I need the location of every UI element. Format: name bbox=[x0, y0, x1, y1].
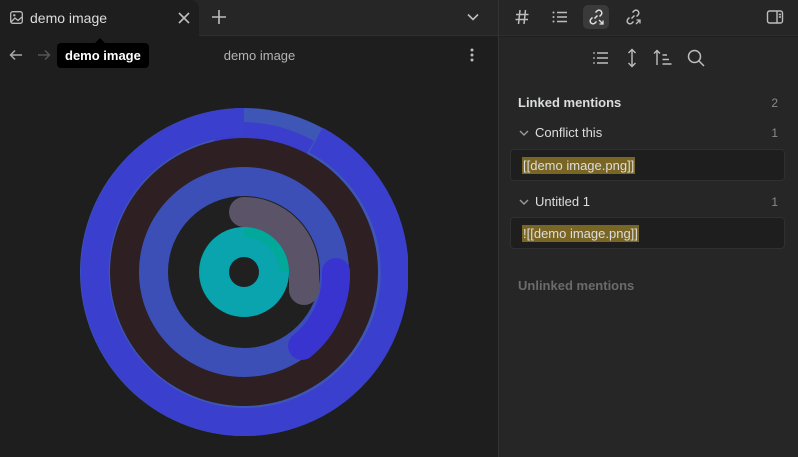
unlinked-mentions-heading[interactable]: Unlinked mentions bbox=[518, 278, 634, 293]
group-title[interactable]: Untitled 1 bbox=[535, 194, 590, 209]
chevron-down-icon[interactable] bbox=[518, 196, 530, 208]
chevron-down-icon[interactable] bbox=[518, 127, 530, 139]
outgoing-links-icon[interactable] bbox=[620, 5, 646, 29]
plus-icon[interactable] bbox=[208, 6, 230, 28]
chevron-down-icon[interactable] bbox=[464, 8, 482, 26]
group-count: 1 bbox=[771, 195, 778, 209]
list-icon[interactable] bbox=[547, 5, 573, 29]
search-icon[interactable] bbox=[685, 47, 707, 69]
more-options-icon[interactable] bbox=[464, 46, 480, 64]
backlinks-pane: Linked mentions 2 Conflict this 1 [[demo… bbox=[499, 37, 798, 457]
close-icon[interactable] bbox=[174, 8, 194, 28]
backlinks-icon-glyph bbox=[589, 9, 604, 25]
tooltip: demo image bbox=[57, 38, 149, 68]
linked-mentions-heading[interactable]: Linked mentions bbox=[518, 95, 621, 110]
hash-icon-glyph bbox=[515, 9, 529, 25]
sidebar-toggle-icon[interactable] bbox=[762, 5, 788, 29]
expand-context-icon[interactable] bbox=[621, 47, 643, 69]
backlinks-icon[interactable] bbox=[583, 5, 609, 29]
linked-mentions-count: 2 bbox=[771, 96, 778, 110]
mention-highlight: ![[demo image.png]] bbox=[522, 225, 639, 242]
collapse-results-icon[interactable] bbox=[590, 47, 612, 69]
group-title[interactable]: Conflict this bbox=[535, 125, 602, 140]
sidebar-toggle-icon-glyph bbox=[766, 10, 784, 24]
group-count: 1 bbox=[771, 126, 778, 140]
list-icon-glyph bbox=[552, 11, 567, 23]
mention-snippet[interactable]: [[demo image.png]] bbox=[510, 149, 785, 181]
tab-title: demo image bbox=[30, 10, 108, 26]
demo-image bbox=[80, 108, 408, 436]
image-icon bbox=[10, 11, 23, 24]
tab-demo-image[interactable]: demo image bbox=[0, 0, 199, 36]
hash-icon[interactable] bbox=[509, 5, 535, 29]
outgoing-links-icon-glyph bbox=[626, 9, 641, 25]
mention-snippet[interactable]: ![[demo image.png]] bbox=[510, 217, 785, 249]
tab-bar: demo image bbox=[0, 0, 798, 36]
sort-icon[interactable] bbox=[652, 47, 674, 69]
mention-highlight: [[demo image.png]] bbox=[522, 157, 636, 174]
